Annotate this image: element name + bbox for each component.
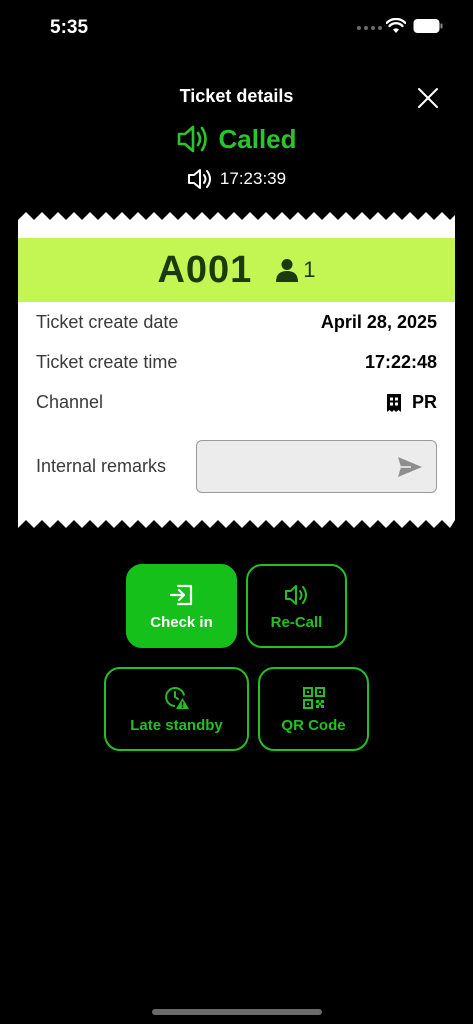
status-bar: 5:35 — [0, 0, 473, 54]
clock-alert-icon — [164, 686, 189, 709]
qr-code-label: QR Code — [281, 716, 346, 734]
party-count: 1 — [303, 257, 316, 282]
qr-code-button[interactable]: QR Code — [258, 667, 369, 751]
check-in-button[interactable]: Check in — [126, 564, 237, 648]
channel-value-wrap: PR — [384, 392, 437, 413]
create-date-label: Ticket create date — [36, 312, 179, 332]
channel-value: PR — [411, 392, 437, 412]
create-time-value: 17:22:48 — [364, 352, 437, 372]
speaker-icon — [187, 169, 211, 189]
check-in-label: Check in — [150, 613, 213, 631]
recall-label: Re-Call — [270, 613, 323, 631]
speaker-icon — [284, 584, 307, 605]
check-in-icon — [169, 584, 192, 605]
ticket-card: A001 1 Ticket create date April 28, 2025… — [18, 210, 455, 530]
create-date-row: Ticket create date April 28, 2025 — [36, 312, 437, 333]
call-status-label: Called — [218, 123, 297, 154]
internal-remarks-label: Internal remarks — [36, 456, 167, 476]
late-standby-label: Late standby — [130, 716, 223, 734]
ticket-banner: A001 1 — [18, 238, 455, 302]
channel-row: Channel PR — [36, 392, 437, 413]
recall-button[interactable]: Re-Call — [246, 564, 347, 648]
call-time: 17:23:39 — [219, 169, 287, 188]
channel-label: Channel — [36, 392, 104, 412]
signal-dots-icon — [357, 26, 382, 30]
late-standby-button[interactable]: Late standby — [104, 667, 249, 751]
create-date-value: April 28, 2025 — [320, 312, 437, 332]
call-time-row: 17:23:39 — [0, 166, 473, 192]
create-time-row: Ticket create time 17:22:48 — [36, 352, 437, 373]
internal-remarks-field[interactable] — [196, 440, 437, 493]
call-status: Called — [0, 122, 473, 156]
internal-remarks-input[interactable] — [207, 453, 387, 481]
party-size: 1 — [274, 257, 316, 283]
ticket-channel-icon — [386, 393, 401, 412]
wifi-icon — [386, 18, 406, 33]
status-time: 5:35 — [50, 17, 89, 38]
page-title: Ticket details — [179, 86, 294, 106]
qr-code-icon — [302, 686, 325, 709]
close-icon[interactable] — [414, 84, 442, 112]
create-time-label: Ticket create time — [36, 352, 178, 372]
person-icon — [276, 259, 299, 282]
ticket-number: A001 — [157, 248, 253, 291]
send-icon[interactable] — [397, 455, 423, 479]
speaker-icon — [178, 125, 208, 153]
home-indicator[interactable] — [152, 1009, 322, 1015]
battery-icon — [413, 19, 443, 33]
